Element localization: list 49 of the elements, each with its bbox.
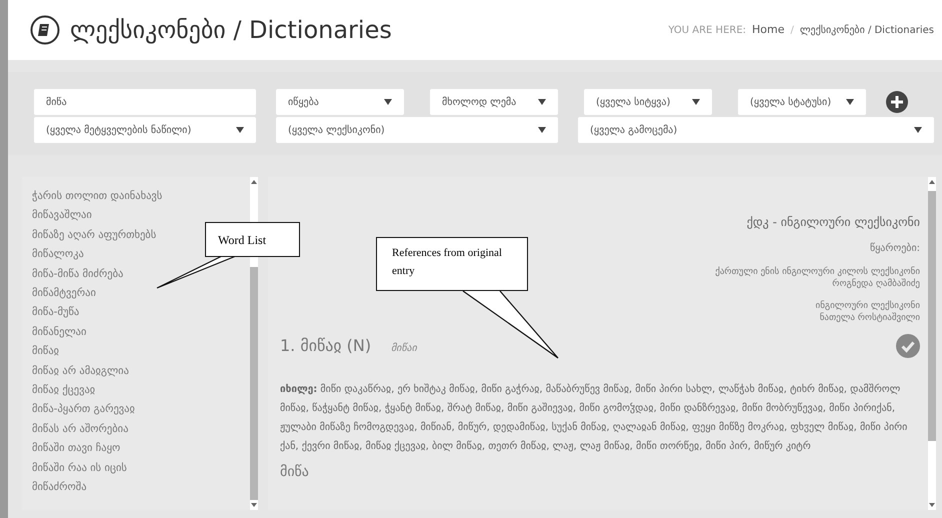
word-list-item[interactable]: მიწავაშლაი: [32, 206, 92, 226]
breadcrumb-separator: /: [790, 24, 794, 38]
word-list-item[interactable]: მიწაძროშა: [32, 478, 87, 498]
entry-headword: 1. მიწაჲ (N): [280, 335, 372, 357]
search-field[interactable]: მიწა: [34, 89, 256, 115]
scrollbar[interactable]: [928, 177, 936, 510]
word-list-item[interactable]: მიწამტვერაი: [32, 284, 96, 304]
sources-label: წყაროები:: [870, 242, 920, 256]
dropdown[interactable]: (ყველა ლექსიკონი): [276, 117, 558, 143]
word-list-item[interactable]: ჭარის თოლით დაინახავს: [32, 187, 162, 206]
headword-variant: მიწაი: [391, 342, 417, 356]
word-list-item[interactable]: მიწა-პყართ გარევაჲ: [32, 400, 135, 420]
caret-icon: [914, 127, 922, 133]
word-list-item[interactable]: მიწაში რაა ის იცის: [32, 458, 127, 478]
word-list-item[interactable]: მიწას არ აშორებია: [32, 420, 128, 440]
caret-icon: [846, 99, 854, 105]
dropdown[interactable]: იწყება: [276, 89, 404, 115]
word-list-item[interactable]: მიწაზე აღარ აფურთხებს: [32, 226, 156, 246]
dictionary-name: ქდკ - ინგილოური ლექსიკონი: [746, 214, 920, 231]
annotation-tooltip: References from original entry: [376, 237, 528, 291]
dropdown[interactable]: (ყველა სტატუსი): [738, 89, 866, 115]
word-list-item[interactable]: მიწაში თავი ჩაყო: [32, 439, 120, 459]
word-list-item[interactable]: მიწალოკა: [32, 245, 84, 265]
caret-icon: [384, 99, 392, 105]
annotation-tooltip: Word List: [205, 222, 300, 257]
dropdown[interactable]: მხოლოდ ლემა: [430, 89, 558, 115]
dropdown[interactable]: (ყველა მეტყველების ნაწილი): [34, 117, 256, 143]
word-list-item[interactable]: მიწაჲ არ ამაჲგლია: [32, 362, 129, 382]
see-also-text: იხილე: მიწი დაკაწრაჲ, ერ ხიშტაკ მიწაჲ, მიწი გაჭრაჲ, მაწაბრუწევ მიწაჲ, მიწი პირი სახლ, ლაწჭახ მიწაჲ, ტიხრ მიწაჲ, დამშროლ მიწაჲ, წაჭყანტ მიწაჲ, ჭყანტ მიწაჲ, შრატ მიწაჲ, მიწი გაშიევაჲ, მიწი გომოჴდაჲ, მიწი დანზრევაჲ, მიწი მობრუწევაჲ, მიწი პირიქან, ჟულაბი მიწაზე ჩომოგდევაჲ, მიწიან, მიწურ, დედამიწაჲ, სუქან მიწაჲ, ღალაჲან მიწაჲ, ფეყი მიწზე მოკრაჲ, ფხჳელ მიწაჲ, მიწი პირი ქან, ქევრი მიწაჲ, მიწაჲ ქცევაჲ, ბილ მიწაჲ, თეთრ მიწაჲ, ლაჟ, ლაჟ მიწაჲ, მიწი თორწეჲ, მიწი პირ, მიწურ კიტრ: [280, 382, 908, 454]
page-title: ლექსიკონები / Dictionaries: [70, 15, 392, 46]
word-list-item[interactable]: მიწა-მიწა მიძრება: [32, 264, 124, 284]
dropdown[interactable]: (ყველა სიტყვა): [584, 89, 712, 115]
caret-icon: [236, 127, 244, 133]
book-icon: [30, 15, 60, 45]
breadcrumb-link[interactable]: Home: [752, 22, 785, 38]
word-list-item[interactable]: მიწაჲ: [32, 342, 60, 362]
word-list-item[interactable]: მიწაჲ ქცევაჲ: [32, 381, 96, 400]
breadcrumb-label: YOU ARE HERE:: [668, 24, 746, 38]
caret-icon: [692, 99, 700, 105]
caret-icon: [538, 127, 546, 133]
breadcrumb-link[interactable]: ლექსიკონები / Dictionaries: [800, 22, 934, 38]
entry-heading: მიწა: [280, 463, 310, 482]
source-reference: ქართული ენის ინგილოური კილოს ლექსიკონი როგნედა ღამბაშიძე: [715, 266, 920, 290]
word-list-item[interactable]: მიწანელაი: [32, 322, 86, 342]
add-icon[interactable]: [886, 91, 908, 113]
dropdown[interactable]: (ყველა გამოცემა): [578, 117, 934, 143]
word-list-item[interactable]: მიწა-მუწა: [32, 303, 80, 323]
caret-icon: [538, 99, 546, 105]
source-reference: ინგილოური ლექსიკონი ნათელა როსტიაშვილი: [816, 300, 920, 324]
